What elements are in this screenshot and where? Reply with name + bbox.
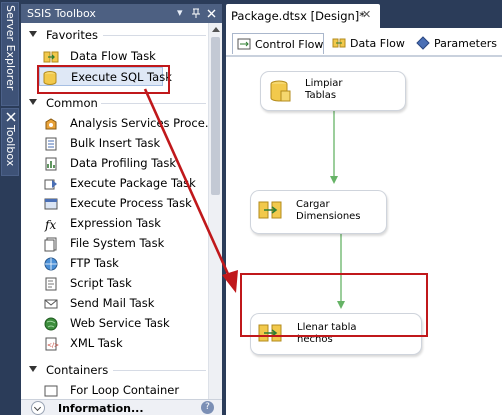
- execute-sql-task-icon: [270, 80, 291, 102]
- data-flow-icon: [332, 38, 346, 48]
- toolbox-item-analysis-services[interactable]: Analysis Services Proce...: [41, 114, 216, 133]
- toolbox-item-data-profiling[interactable]: Data Profiling Task: [41, 154, 206, 173]
- pin-icon[interactable]: [191, 8, 201, 19]
- toolbox-item-web-service[interactable]: Web Service Task: [41, 314, 206, 333]
- expand-triangle-icon: [29, 99, 37, 105]
- scroll-up-icon[interactable]: [212, 27, 220, 32]
- svg-text:</>: </>: [47, 342, 59, 349]
- toolbox-item-label: XML Task: [70, 336, 123, 350]
- toolbox-item-data-flow-task[interactable]: Data Flow Task: [41, 47, 206, 66]
- tools-icon: [6, 112, 16, 122]
- toolbox-item-label: Send Mail Task: [70, 296, 155, 310]
- task-limpiar-tablas[interactable]: Limpiar Tablas: [260, 71, 406, 111]
- toolbox-item-label: Bulk Insert Task: [70, 136, 161, 150]
- tab-label: Control Flow: [255, 38, 324, 51]
- toolbox-item-script[interactable]: Script Task: [41, 274, 206, 293]
- control-flow-icon: [237, 38, 251, 50]
- server-explorer-tab[interactable]: Server Explorer: [1, 2, 19, 106]
- server-explorer-tab-label: Server Explorer: [4, 5, 17, 91]
- toolbox-item-execute-process[interactable]: Execute Process Task: [41, 194, 206, 213]
- script-icon: [45, 277, 57, 291]
- toolbox-item-label: Expression Task: [70, 216, 161, 230]
- information-pane: Information... ?: [21, 399, 222, 415]
- toolbox-item-ftp[interactable]: FTP Task: [41, 254, 206, 273]
- task-label: Cargar Dimensiones: [296, 199, 361, 222]
- file-system-icon: [44, 237, 57, 252]
- toolbox-scrollbar[interactable]: [208, 23, 222, 415]
- help-icon[interactable]: ?: [201, 401, 214, 414]
- toolbox-item-expression[interactable]: fx Expression Task: [41, 214, 206, 233]
- designer-body: Control Flow Data Flow Parameters Limpia…: [226, 28, 502, 415]
- tab-label: Parameters: [434, 37, 497, 50]
- annotation-highlight-toolbox: [37, 65, 170, 94]
- group-divider: [103, 35, 206, 36]
- control-flow-canvas[interactable]: Limpiar Tablas Cargar Dimensiones Llenar…: [226, 57, 502, 415]
- execute-package-icon: [44, 179, 57, 190]
- toolbox-item-label: Script Task: [70, 276, 132, 290]
- designer-tab-bar: Control Flow Data Flow Parameters: [226, 28, 502, 57]
- group-label: Containers: [46, 363, 109, 377]
- web-service-icon: [44, 317, 58, 331]
- toolbox-tab[interactable]: Toolbox: [1, 108, 19, 176]
- group-divider: [113, 370, 206, 371]
- connector-arrowhead-1: [330, 176, 338, 184]
- document-tab-package[interactable]: Package.dtsx [Design]* ✕: [226, 4, 380, 28]
- task-cargar-dimensiones[interactable]: Cargar Dimensiones: [250, 190, 387, 234]
- toolbox-item-label: Data Flow Task: [70, 49, 156, 63]
- toolbox-title-bar: SSIS Toolbox ▾: [21, 4, 222, 23]
- document-tab-title: Package.dtsx [Design]*: [231, 9, 366, 23]
- toolbox-item-xml[interactable]: </> XML Task: [41, 334, 206, 353]
- group-divider: [101, 103, 206, 104]
- expand-triangle-icon: [29, 366, 37, 372]
- toolbox-item-for-loop-container[interactable]: For Loop Container: [41, 381, 206, 400]
- group-label: Common: [46, 96, 98, 110]
- data-profiling-icon: [45, 157, 57, 171]
- task-label: Limpiar Tablas: [305, 78, 343, 101]
- bulk-insert-icon: [45, 137, 57, 151]
- close-icon[interactable]: [207, 9, 216, 18]
- tab-label: Data Flow: [350, 37, 405, 50]
- toolbox-item-file-system[interactable]: File System Task: [41, 234, 206, 253]
- ftp-icon: [44, 257, 58, 271]
- data-flow-task-icon: [43, 51, 59, 63]
- tab-parameters[interactable]: Parameters: [412, 33, 498, 54]
- toolbox-item-label: Execute Package Task: [70, 176, 196, 190]
- expand-chevron-icon[interactable]: [31, 401, 45, 415]
- parameters-icon: [416, 36, 430, 50]
- toolbox-title: SSIS Toolbox: [27, 7, 96, 20]
- group-favorites[interactable]: Favorites: [21, 26, 206, 44]
- group-label: Favorites: [46, 28, 98, 42]
- expand-triangle-icon: [29, 31, 37, 37]
- tab-data-flow[interactable]: Data Flow: [328, 33, 405, 54]
- analysis-services-icon: [45, 118, 57, 130]
- side-panel-tabs: Server Explorer Toolbox: [0, 0, 20, 415]
- scrollbar-thumb[interactable]: [211, 37, 220, 195]
- execute-process-icon: [44, 198, 58, 210]
- toolbox-item-execute-package[interactable]: Execute Package Task: [41, 174, 206, 193]
- svg-text:fx: fx: [44, 218, 56, 232]
- expression-icon: fx: [44, 218, 56, 232]
- close-icon[interactable]: ✕: [362, 8, 371, 21]
- designer-document: Package.dtsx [Design]* ✕ Control Flow Da…: [226, 4, 502, 415]
- toolbox-item-label: Data Profiling Task: [70, 156, 177, 170]
- toolbox-item-send-mail[interactable]: Send Mail Task: [41, 294, 206, 313]
- send-mail-icon: [44, 299, 58, 309]
- tab-control-flow[interactable]: Control Flow: [232, 33, 324, 54]
- toolbox-item-label: File System Task: [70, 236, 165, 250]
- toolbox-item-label: Analysis Services Proce...: [70, 116, 216, 130]
- toolbox-item-bulk-insert[interactable]: Bulk Insert Task: [41, 134, 206, 153]
- data-flow-task-icon: [258, 201, 282, 219]
- toolbox-item-label: Execute Process Task: [70, 196, 192, 210]
- for-loop-container-icon: [44, 385, 58, 397]
- xml-icon: </>: [45, 337, 59, 351]
- information-label: Information...: [58, 402, 144, 415]
- group-containers[interactable]: Containers: [21, 361, 206, 379]
- annotation-highlight-canvas: [240, 273, 428, 337]
- toolbox-item-label: FTP Task: [70, 256, 119, 270]
- group-common[interactable]: Common: [21, 94, 206, 112]
- toolbox-item-label: Web Service Task: [70, 316, 170, 330]
- toolbox-item-label: For Loop Container: [70, 383, 180, 397]
- window-position-dropdown-icon[interactable]: ▾: [177, 6, 183, 19]
- toolbox-tab-label: Toolbox: [4, 125, 17, 167]
